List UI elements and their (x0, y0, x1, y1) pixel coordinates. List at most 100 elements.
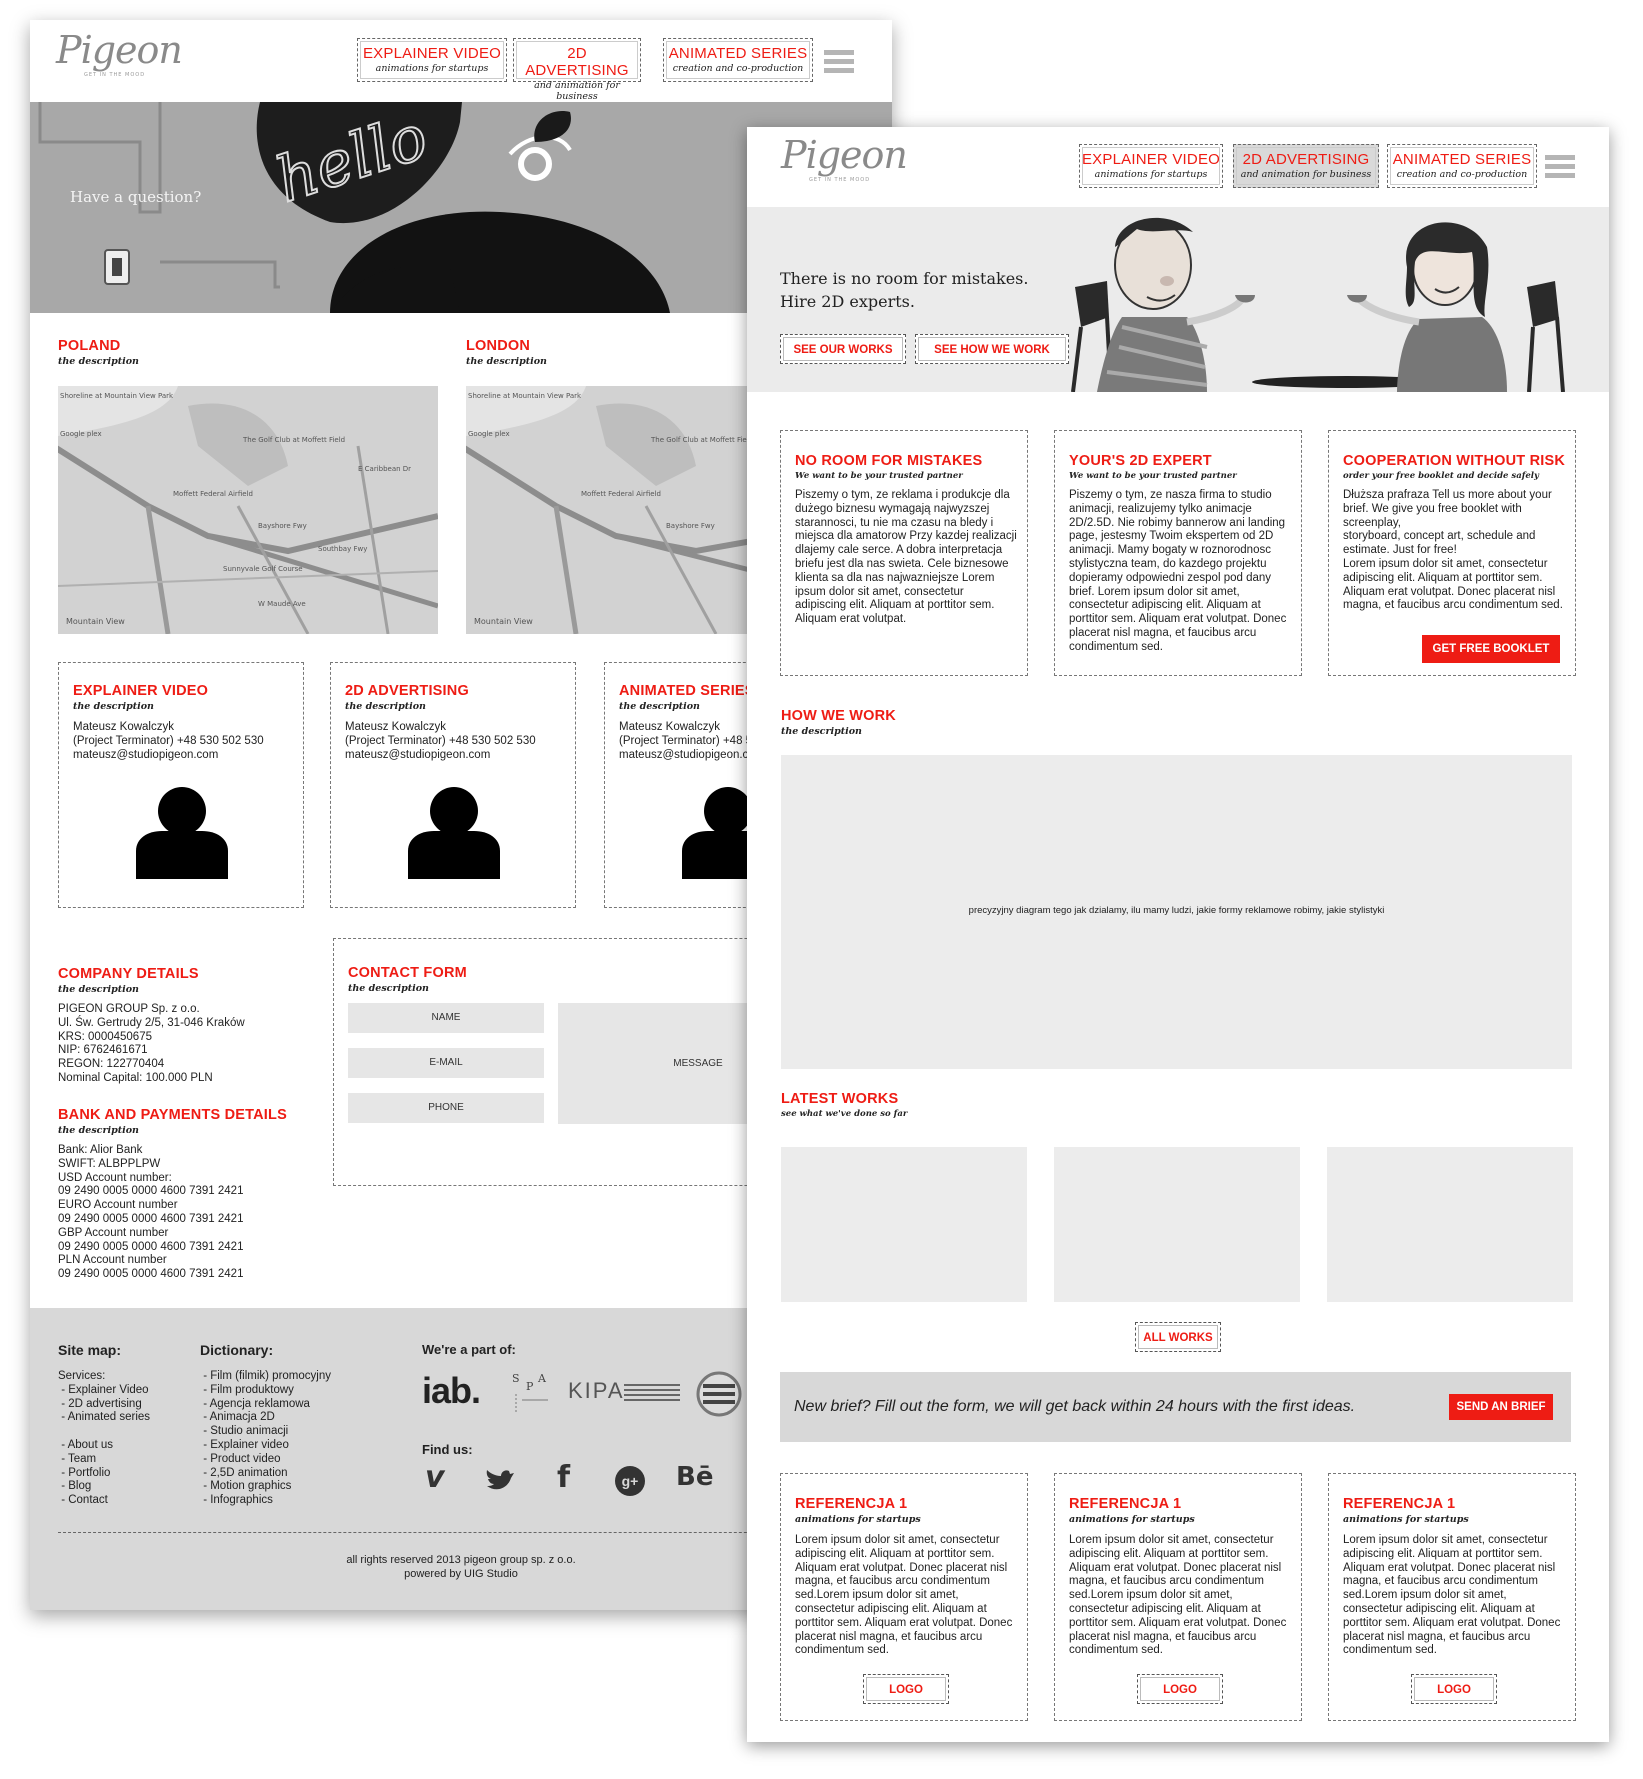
how-we-work-diagram: precyzyjny diagram tego jak dzialamy, il… (781, 755, 1572, 1069)
behance-icon[interactable]: Bē (676, 1462, 713, 1492)
svg-text:Google plex: Google plex (60, 430, 102, 438)
svg-text:Moffett Federal Airfield: Moffett Federal Airfield (173, 490, 253, 498)
twitter-icon[interactable] (485, 1468, 515, 1494)
kipa-logo: KIPA (568, 1378, 625, 1403)
nav-2d-advertising[interactable]: 2D ADVERTISING and animation for busines… (513, 38, 641, 102)
company-line: Ul. Św. Gertrudy 2/5, 31-046 Kraków (58, 1016, 245, 1029)
work-thumbnail[interactable] (1054, 1147, 1300, 1302)
how-we-work-desc: the description (781, 726, 862, 737)
contact-role: (Project Terminator) +48 530 502 530 (345, 735, 536, 747)
company-details-desc: the description (58, 984, 139, 995)
office-title-poland: POLAND (58, 338, 121, 354)
reference-subtitle: animations for startups (795, 1514, 921, 1525)
bank-line: EURO Account number (58, 1199, 178, 1212)
bank-details-desc: the description (58, 1125, 139, 1136)
send-brief-button[interactable]: SEND AN BRIEF (1449, 1394, 1553, 1420)
bank-line: 09 2490 0005 0000 4600 7391 2421 (58, 1185, 244, 1198)
reference-subtitle: animations for startups (1343, 1514, 1469, 1525)
svg-text:Google plex: Google plex (468, 430, 510, 438)
all-works-button[interactable]: ALL WORKS (1135, 1322, 1221, 1352)
dictionary-list[interactable]: - Film (filmik) promocyjny - Film produk… (200, 1370, 331, 1508)
work-thumbnail[interactable] (1327, 1147, 1573, 1302)
company-details-text: PIGEON GROUP Sp. z o.o. Ul. Św. Gertrudy… (58, 1003, 245, 1086)
company-details-title: COMPANY DETAILS (58, 966, 199, 982)
svg-text:Mountain View: Mountain View (66, 617, 125, 626)
svg-text:Shoreline at Mountain View Par: Shoreline at Mountain View Park (468, 392, 582, 400)
avatar-icon (408, 787, 500, 879)
hero-banner: There is no room for mistakes. Hire 2D e… (747, 207, 1609, 392)
contact-email[interactable]: mateusz@studiopigeon.com (73, 749, 218, 763)
company-line: NIP: 6762461671 (58, 1044, 148, 1057)
bank-details-title: BANK AND PAYMENTS DETAILS (58, 1107, 287, 1123)
reference-logo[interactable]: LOGO (863, 1674, 949, 1704)
sitemap-list[interactable]: Services: - Explainer Video - 2D adverti… (58, 1370, 150, 1508)
nav-animated-series[interactable]: ANIMATED SERIES creation and co-producti… (663, 38, 813, 82)
google-plus-icon[interactable]: g+ (615, 1466, 645, 1496)
kipa-stripes (624, 1384, 680, 1401)
pigeon-logo[interactable]: Pigeon GET IN THE MOOD (56, 28, 183, 78)
dictionary-title: Dictionary: (200, 1342, 274, 1358)
nav-explainer-video[interactable]: EXPLAINER VIDEO animations for startups (1079, 144, 1223, 188)
bank-line: 09 2490 0005 0000 4600 7391 2421 (58, 1212, 244, 1225)
bank-details-text: Bank: Alior Bank SWIFT: ALBPPLPW USD Acc… (58, 1144, 243, 1282)
name-field[interactable]: NAME (348, 1003, 544, 1033)
work-thumbnail[interactable] (781, 1147, 1027, 1302)
vimeo-icon[interactable]: v (425, 1460, 445, 1495)
feature-card: YOUR'S 2D EXPERT We want to be your trus… (1054, 430, 1302, 676)
sitemap-title: Site map: (58, 1342, 122, 1358)
pigeon-logo[interactable]: Pigeon GET IN THE MOOD (781, 133, 908, 183)
svg-text:Shoreline at Mountain View Par: Shoreline at Mountain View Park (60, 392, 174, 400)
office-desc-poland: the description (58, 356, 139, 367)
iab-logo: iab. (422, 1370, 481, 1411)
map-poland[interactable]: Shoreline at Mountain View Park Google p… (58, 386, 438, 634)
bank-line: 09 2490 0005 0000 4600 7391 2421 (58, 1268, 244, 1281)
reference-card: REFERENCJA 1 animations for startups Lor… (1054, 1473, 1302, 1721)
svg-text:E Caribbean Dr: E Caribbean Dr (358, 465, 411, 473)
svg-text:The Golf Club at Moffett Field: The Golf Club at Moffett Field (242, 436, 345, 444)
reference-text: Lorem ipsum dolor sit amet, consectetur … (1069, 1534, 1287, 1657)
svg-text:Bayshore Fwy: Bayshore Fwy (666, 522, 715, 530)
feature-subtitle: We want to be your trusted partner (1069, 471, 1237, 481)
see-our-works-button[interactable]: SEE OUR WORKS (780, 334, 906, 364)
latest-works-title: LATEST WORKS (781, 1091, 899, 1107)
nav-explainer-video[interactable]: EXPLAINER VIDEO animations for startups (357, 38, 507, 82)
contact-name: Mateusz Kowalczyk (345, 721, 446, 733)
feature-title: YOUR'S 2D EXPERT (1069, 453, 1212, 469)
svg-text:Southbay Fwy: Southbay Fwy (318, 545, 367, 553)
feature-text: Piszemy o tym, ze reklama i produkcje dl… (795, 489, 1017, 626)
contact-card-title: 2D ADVERTISING (345, 683, 469, 699)
get-free-booklet-button[interactable]: GET FREE BOOKLET (1422, 635, 1560, 663)
reference-title: REFERENCJA 1 (1343, 1496, 1456, 1512)
bank-line: USD Account number: (58, 1171, 172, 1184)
reference-logo[interactable]: LOGO (1137, 1674, 1223, 1704)
hamburger-menu-icon[interactable] (824, 50, 854, 74)
diagram-placeholder-text: precyzyjny diagram tego jak dzialamy, il… (968, 905, 1385, 916)
nav-animated-series[interactable]: ANIMATED SERIES creation and co-producti… (1387, 144, 1537, 188)
contact-card: EXPLAINER VIDEO the description Mateusz … (58, 662, 304, 908)
reference-text: Lorem ipsum dolor sit amet, consectetur … (1343, 1534, 1561, 1657)
hero-headline-2: Hire 2D experts. (780, 292, 915, 311)
phone-field[interactable]: PHONE (348, 1093, 544, 1123)
feature-card: COOPERATION WITHOUT RISK order your free… (1328, 430, 1576, 676)
nav-2d-advertising[interactable]: 2D ADVERTISING and animation for busines… (1233, 144, 1379, 188)
company-line: KRS: 0000450675 (58, 1030, 152, 1043)
feature-text: Piszemy o tym, ze nasza firma to studio … (1069, 489, 1287, 653)
contact-email[interactable]: mateusz@studiopigeon.com (619, 749, 764, 763)
partners-title: We're a part of: (422, 1342, 516, 1357)
svg-text:The Golf Club at Moffett Field: The Golf Club at Moffett Field (650, 436, 753, 444)
see-how-we-work-button[interactable]: SEE HOW WE WORK (915, 334, 1069, 364)
bank-line: SWIFT: ALBPPLPW (58, 1157, 161, 1170)
contact-form-desc: the description (348, 983, 429, 994)
contact-form-title: CONTACT FORM (348, 965, 467, 981)
hamburger-menu-icon[interactable] (1545, 155, 1575, 179)
reference-card: REFERENCJA 1 animations for startups Lor… (780, 1473, 1028, 1721)
reference-subtitle: animations for startups (1069, 1514, 1195, 1525)
email-field[interactable]: E-MAIL (348, 1048, 544, 1078)
contact-card: 2D ADVERTISING the description Mateusz K… (330, 662, 576, 908)
reference-card: REFERENCJA 1 animations for startups Lor… (1328, 1473, 1576, 1721)
reference-logo[interactable]: LOGO (1411, 1674, 1497, 1704)
reference-text: Lorem ipsum dolor sit amet, consectetur … (795, 1534, 1013, 1657)
contact-card-title: ANIMATED SERIES (619, 683, 755, 699)
contact-email[interactable]: mateusz@studiopigeon.com (345, 749, 490, 763)
facebook-icon[interactable]: f (557, 1460, 570, 1495)
